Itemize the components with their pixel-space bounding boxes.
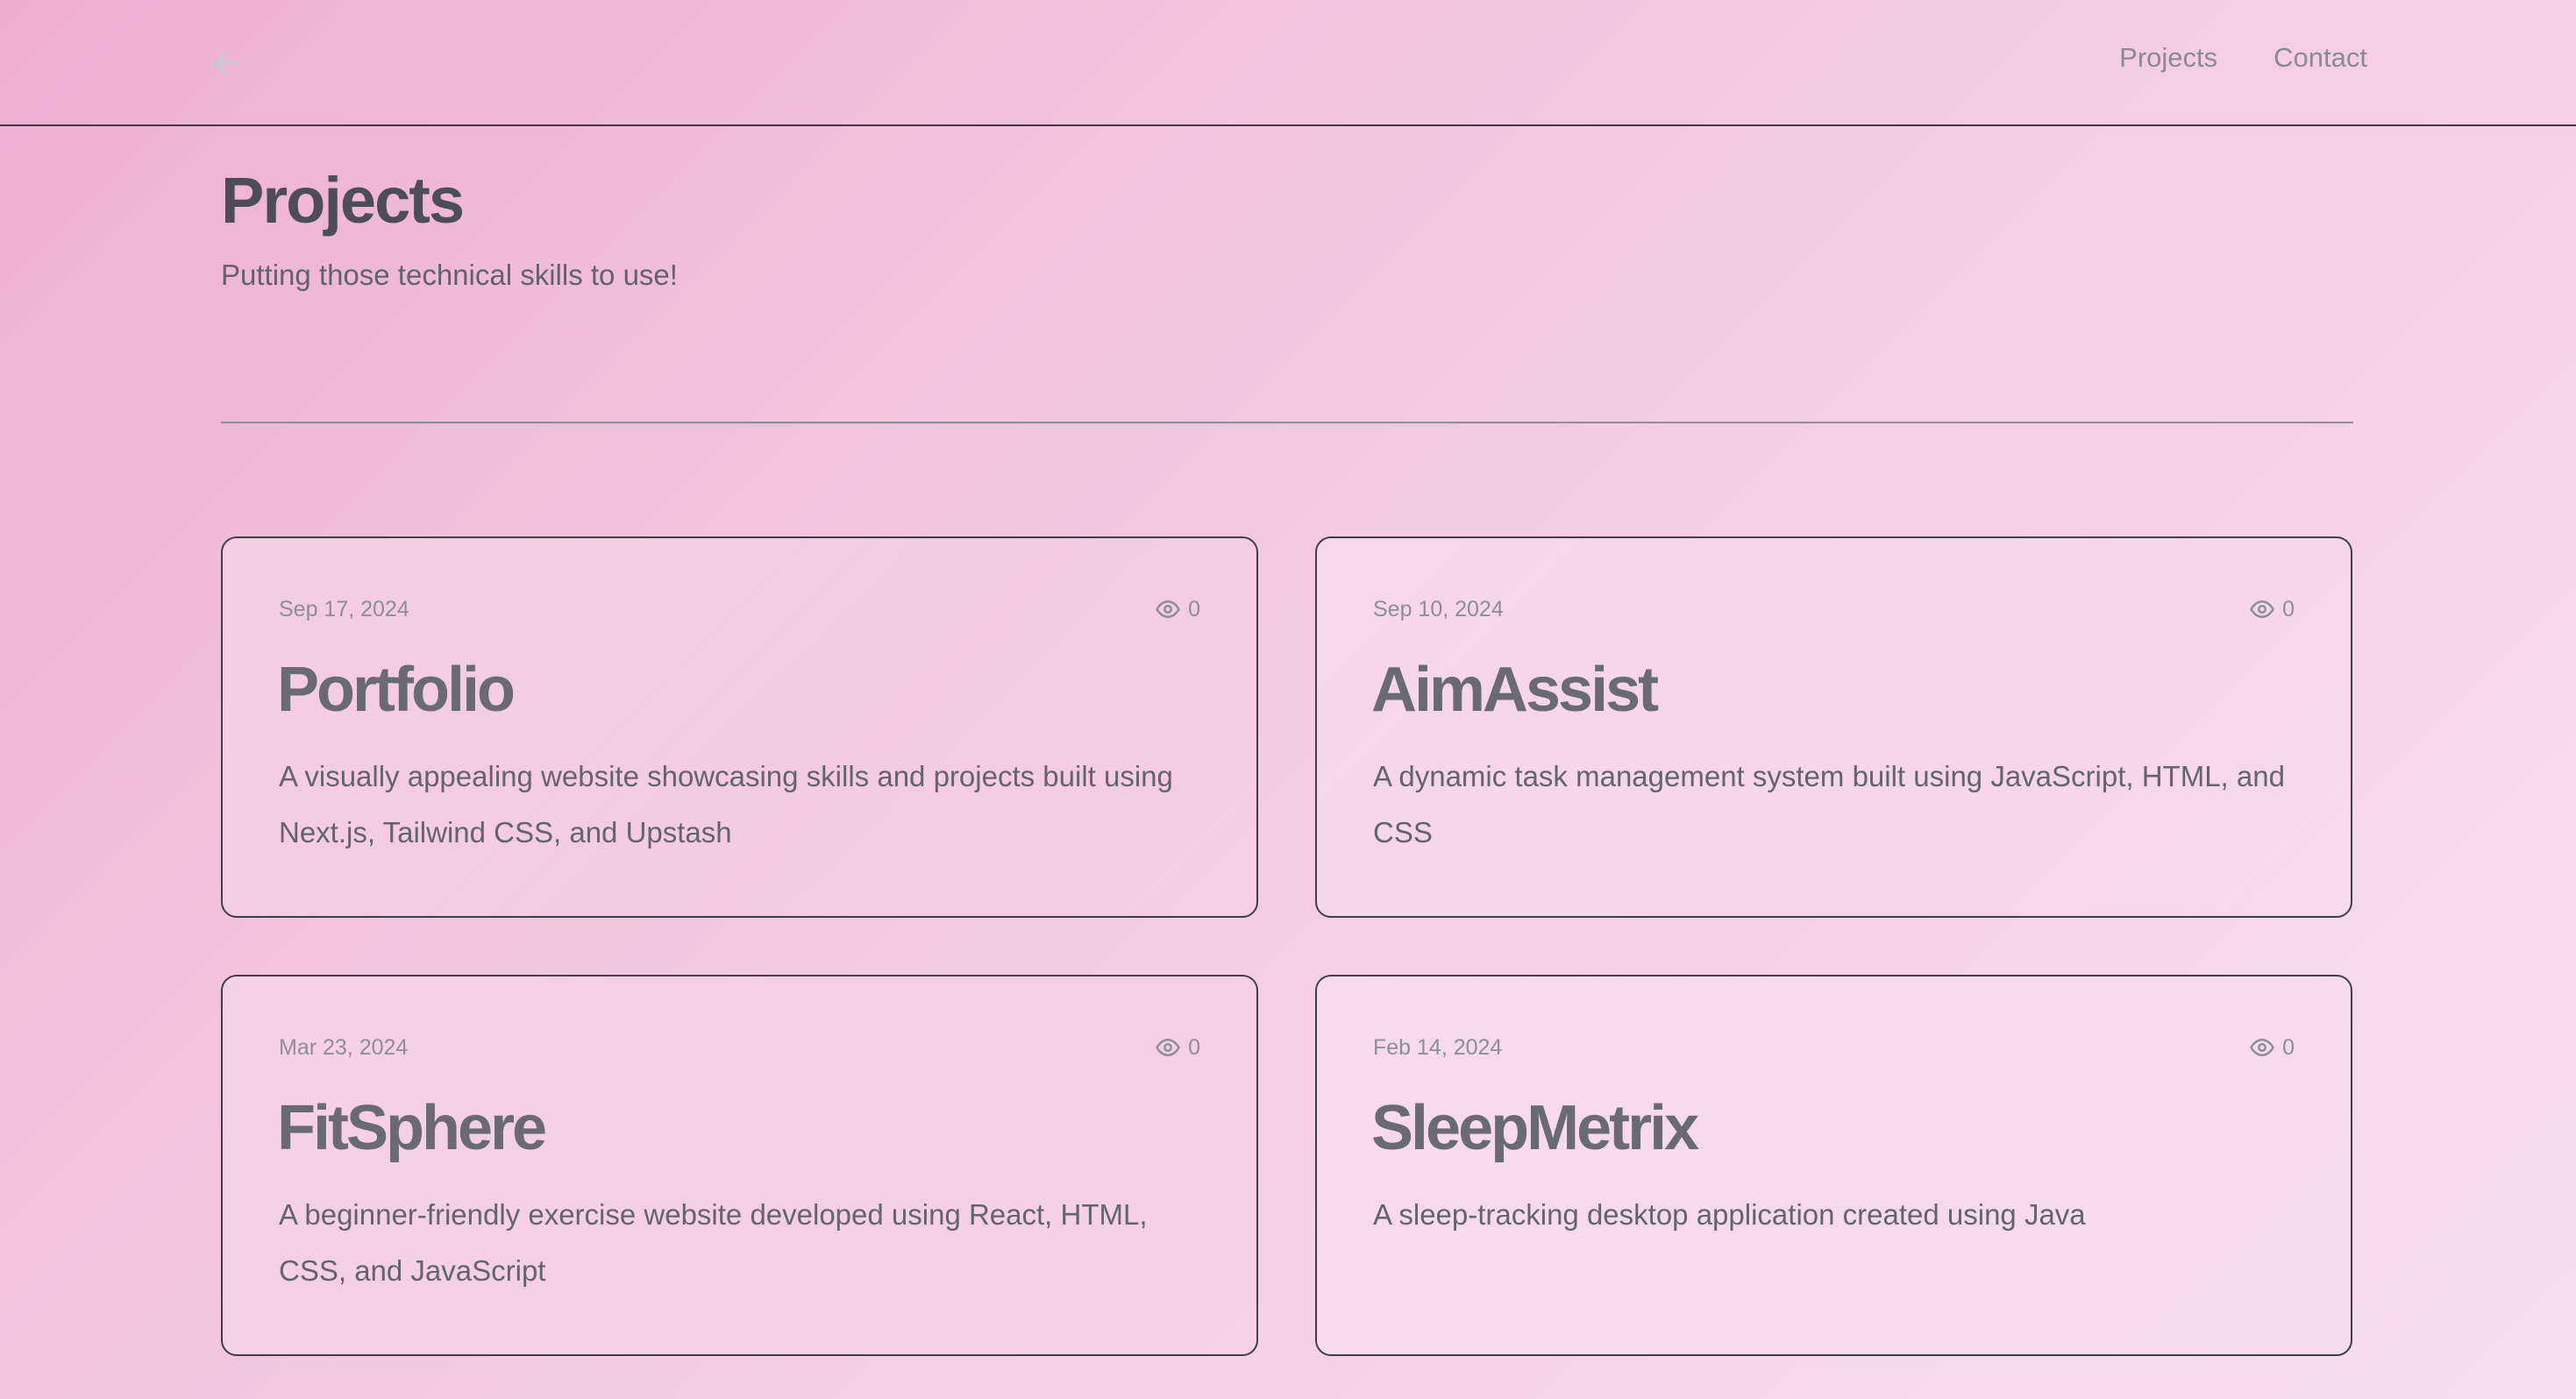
eye-icon <box>2250 1039 2274 1056</box>
page-header: Projects Putting those technical skills … <box>221 165 678 292</box>
card-date: Mar 23, 2024 <box>279 1034 409 1060</box>
card-description: A visually appealing website showcasing … <box>279 760 1173 849</box>
view-count-value: 0 <box>1188 1034 1200 1060</box>
view-count: 0 <box>1155 1034 1200 1061</box>
card-date: Sep 17, 2024 <box>279 596 409 621</box>
card-title: AimAssist <box>1371 655 1659 725</box>
view-count-value: 0 <box>1188 596 1200 621</box>
card-description: A beginner-friendly exercise website dev… <box>279 1198 1148 1287</box>
card-date: Feb 14, 2024 <box>1373 1034 1503 1060</box>
page-title: Projects <box>221 164 465 237</box>
eye-icon <box>1156 1039 1180 1056</box>
project-card-aimassist[interactable]: Sep 10, 2024 0 AimAssist A dynamic task … <box>1315 536 2352 918</box>
view-count-value: 0 <box>2282 596 2295 621</box>
card-title: SleepMetrix <box>1371 1093 1699 1163</box>
view-count: 0 <box>2249 1034 2295 1061</box>
nav-link-projects[interactable]: Projects <box>2119 42 2217 74</box>
card-meta: Mar 23, 2024 0 <box>279 1034 1200 1061</box>
section-divider <box>221 422 2353 423</box>
card-meta: Sep 17, 2024 0 <box>279 596 1200 622</box>
project-card-portfolio[interactable]: Sep 17, 2024 0 Portfolio A visually appe… <box>221 536 1258 918</box>
card-meta: Feb 14, 2024 0 <box>1373 1034 2295 1061</box>
eye-icon <box>1156 600 1180 618</box>
eye-icon <box>2250 600 2274 618</box>
top-navbar: Projects Contact <box>0 0 2576 126</box>
view-count: 0 <box>1155 596 1200 622</box>
card-title: Portfolio <box>277 655 516 725</box>
project-card-sleepmetrix[interactable]: Feb 14, 2024 0 SleepMetrix A sleep-track… <box>1315 975 2352 1356</box>
view-count-value: 0 <box>2282 1034 2295 1060</box>
card-title: FitSphere <box>277 1093 547 1163</box>
card-meta: Sep 10, 2024 0 <box>1373 596 2295 622</box>
arrow-left-icon <box>212 51 240 75</box>
card-description: A sleep-tracking desktop application cre… <box>1373 1198 2086 1231</box>
card-date: Sep 10, 2024 <box>1373 596 1504 621</box>
page-subtitle: Putting those technical skills to use! <box>221 259 678 292</box>
back-button[interactable] <box>207 44 246 82</box>
project-card-fitsphere[interactable]: Mar 23, 2024 0 FitSphere A beginner-frie… <box>221 975 1258 1356</box>
card-description: A dynamic task management system built u… <box>1373 760 2285 849</box>
view-count: 0 <box>2249 596 2295 622</box>
nav-link-contact[interactable]: Contact <box>2274 42 2367 74</box>
nav-links: Projects Contact <box>2119 42 2367 74</box>
